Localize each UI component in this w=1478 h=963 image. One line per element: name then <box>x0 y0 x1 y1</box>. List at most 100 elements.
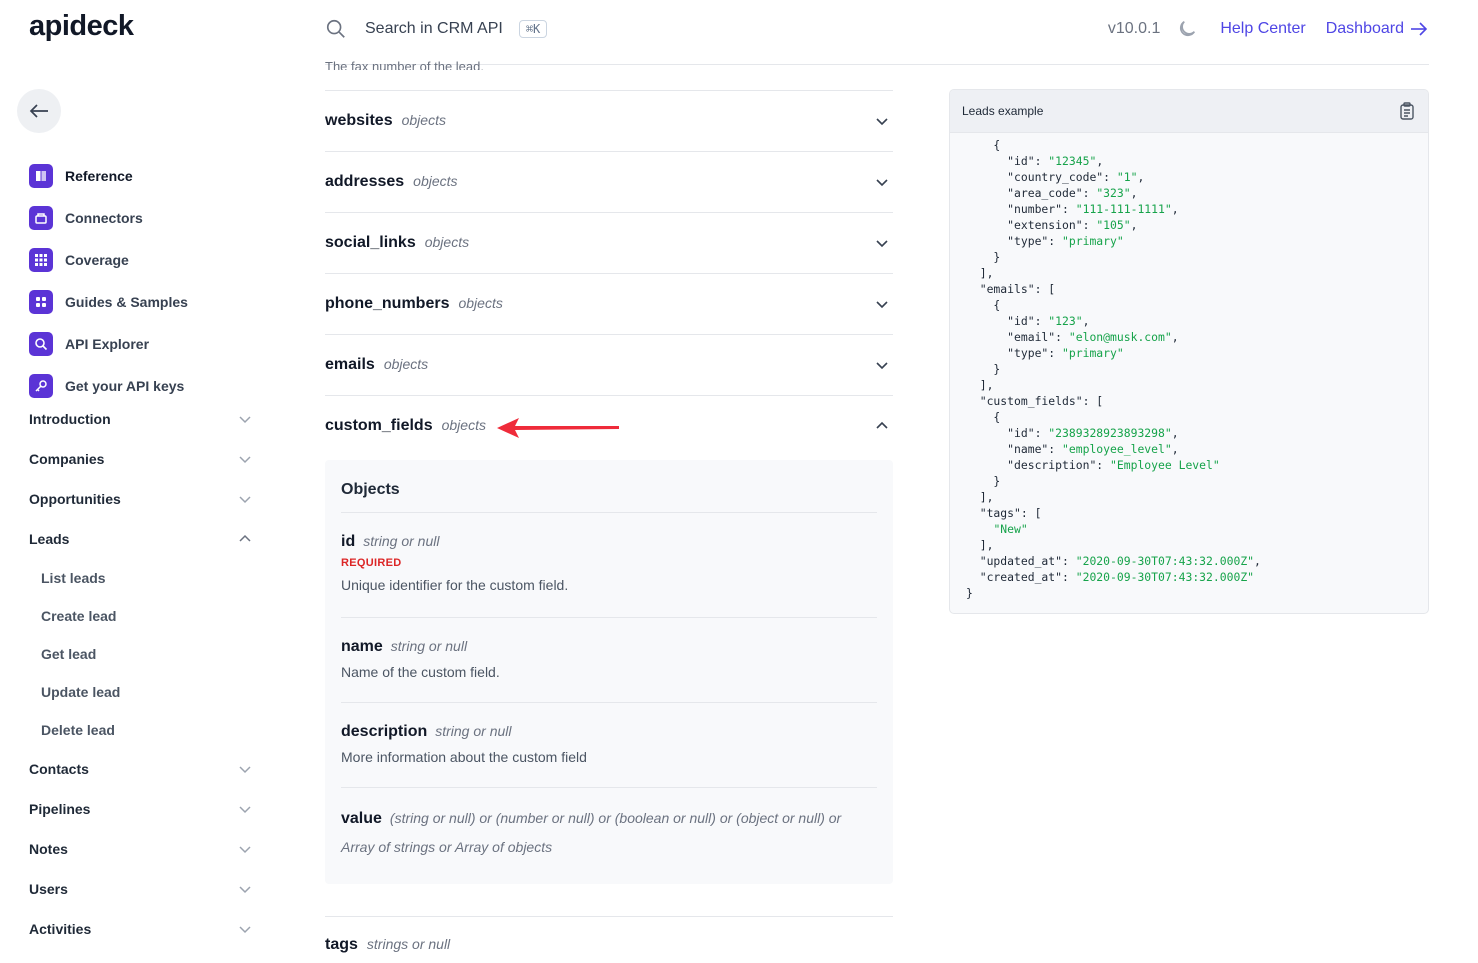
back-button[interactable] <box>17 89 61 133</box>
property-value: value (string or null) or (number or null… <box>341 804 881 861</box>
field-type: objects <box>424 234 470 250</box>
dashboard-link[interactable]: Dashboard <box>1326 20 1428 38</box>
sidebar-item-coverage[interactable]: Coverage <box>29 239 188 281</box>
code-line: "country_code": "1", <box>966 170 1145 184</box>
field-emails[interactable]: emails objects <box>325 334 893 395</box>
sidebar-item-create-lead[interactable]: Create lead <box>29 597 253 635</box>
code-line: "type": "primary" <box>966 346 1124 360</box>
field-name: custom_fields <box>325 417 433 434</box>
code-line: "description": "Employee Level" <box>966 458 1220 472</box>
moon-icon[interactable] <box>1176 18 1198 40</box>
field-phone-numbers[interactable]: phone_numbers objects <box>325 273 893 334</box>
field-type: objects <box>413 173 458 189</box>
property-type-continued: Array of strings or Array of objects <box>341 839 553 855</box>
sidebar-item-update-lead[interactable]: Update lead <box>29 673 253 711</box>
sidebar-section-activities[interactable]: Activities <box>29 909 253 949</box>
sidebar-item-reference[interactable]: Reference <box>29 155 188 197</box>
chevron-down-icon <box>876 301 888 309</box>
objects-divider <box>341 787 877 788</box>
field-type: objects <box>458 295 503 311</box>
example-code: { "id": "12345", "country_code": "1", "a… <box>950 133 1428 601</box>
section-label: Activities <box>29 921 92 937</box>
sidebar-item-label: Coverage <box>65 252 129 268</box>
field-name: tags <box>325 936 358 953</box>
apps-icon <box>29 290 53 314</box>
chevron-down-icon <box>239 416 251 424</box>
code-line: "email": "elon@musk.com", <box>966 330 1179 344</box>
field-name: phone_numbers <box>325 295 450 312</box>
header-divider <box>325 64 1429 65</box>
example-title: Leads example <box>962 104 1044 118</box>
code-line: "type": "primary" <box>966 234 1124 248</box>
sidebar-item-label: Reference <box>65 168 133 184</box>
field-divider <box>325 916 893 917</box>
key-icon <box>29 374 53 398</box>
clipboard-icon[interactable] <box>1398 102 1416 120</box>
shortcut-badge: ⌘K <box>518 20 548 38</box>
sidebar-section-notes[interactable]: Notes <box>29 829 253 869</box>
code-line: "custom_fields": [ <box>966 394 1104 408</box>
code-line: "id": "2389328923893298", <box>966 426 1179 440</box>
code-line: } <box>966 362 1001 376</box>
code-line: "updated_at": "2020-09-30T07:43:32.000Z"… <box>966 554 1261 568</box>
sidebar-section-opportunities[interactable]: Opportunities <box>29 479 253 519</box>
field-tags[interactable]: tags strings or null <box>325 936 450 954</box>
sidebar-section-pipelines[interactable]: Pipelines <box>29 789 253 829</box>
sidebar-item-label: API Explorer <box>65 336 150 352</box>
sidebar-item-get-lead[interactable]: Get lead <box>29 635 253 673</box>
property-name-field: name string or null Name of the custom fi… <box>341 638 881 680</box>
code-line: "extension": "105", <box>966 218 1138 232</box>
objects-divider <box>341 702 877 703</box>
sidebar-item-label: Guides & Samples <box>65 294 188 310</box>
sidebar-sections: Introduction Companies Opportunities Lea… <box>29 399 253 949</box>
code-line: } <box>966 586 973 600</box>
field-addresses[interactable]: addresses objects <box>325 151 893 212</box>
sidebar-top-nav: Reference Connectors Coverage Guides & S… <box>29 155 188 407</box>
code-line: "area_code": "323", <box>966 186 1138 200</box>
book-icon <box>29 164 53 188</box>
code-line: "id": "12345", <box>966 154 1104 168</box>
sidebar-item-api-explorer[interactable]: API Explorer <box>29 323 188 365</box>
section-label: Pipelines <box>29 801 91 817</box>
search-bar[interactable]: Search in CRM API ⌘K <box>325 16 548 42</box>
required-badge: REQUIRED <box>341 557 402 569</box>
chevron-down-icon <box>239 926 251 934</box>
apideck-logo[interactable]: apideck <box>29 10 134 43</box>
sidebar-section-companies[interactable]: Companies <box>29 439 253 479</box>
code-line: "New" <box>993 522 1028 536</box>
custom-fields-objects-panel: Objects id string or null REQUIRED Unique… <box>325 460 893 884</box>
sidebar-section-introduction[interactable]: Introduction <box>29 399 253 439</box>
sidebar-item-connectors[interactable]: Connectors <box>29 197 188 239</box>
fax-description: The fax number of the lead. <box>325 59 484 70</box>
sidebar-section-users[interactable]: Users <box>29 869 253 909</box>
sidebar-item-label: Connectors <box>65 210 143 226</box>
section-label: Leads <box>29 531 70 547</box>
property-type: (string or null) or (number or null) or … <box>389 810 842 826</box>
field-type: objects <box>401 112 446 128</box>
chevron-up-icon <box>876 421 888 429</box>
field-websites[interactable]: websites objects <box>325 90 893 151</box>
sidebar-item-delete-lead[interactable]: Delete lead <box>29 711 253 749</box>
sidebar-section-leads[interactable]: Leads <box>29 519 253 559</box>
connector-icon <box>29 206 53 230</box>
property-description: Name of the custom field. <box>341 664 500 680</box>
arrow-right-icon <box>1411 22 1428 36</box>
property-name: description <box>341 723 428 740</box>
property-id: id string or null REQUIRED Unique identif… <box>341 533 881 593</box>
sidebar-item-list-leads[interactable]: List leads <box>29 559 253 597</box>
code-line: { <box>966 298 1001 312</box>
objects-divider <box>341 512 877 513</box>
property-name: id <box>341 533 356 550</box>
code-line: ], <box>966 266 994 280</box>
section-label: Introduction <box>29 411 111 427</box>
chevron-down-icon <box>239 846 251 854</box>
sidebar-item-guides[interactable]: Guides & Samples <box>29 281 188 323</box>
chevron-down-icon <box>876 118 888 126</box>
code-line: } <box>966 474 1001 488</box>
sidebar-section-contacts[interactable]: Contacts <box>29 749 253 789</box>
field-social-links[interactable]: social_links objects <box>325 212 893 273</box>
section-label: Contacts <box>29 761 89 777</box>
section-label: Notes <box>29 841 68 857</box>
field-name: addresses <box>325 173 405 190</box>
help-center-link[interactable]: Help Center <box>1220 20 1305 38</box>
